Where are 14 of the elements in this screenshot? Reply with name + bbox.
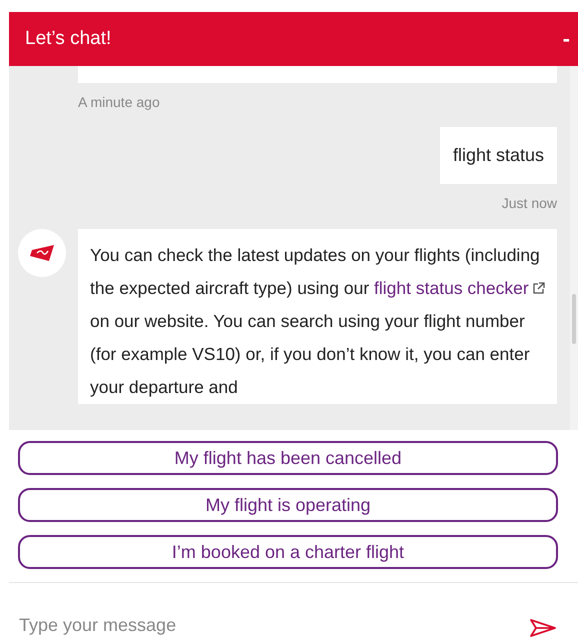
message-bubble: flight status <box>440 127 557 184</box>
flight-status-link[interactable]: flight status checker <box>374 272 545 305</box>
quick-reply-button[interactable]: My flight is operating <box>18 488 558 522</box>
minimize-button[interactable]: - <box>562 28 570 50</box>
message-time: A minute ago <box>78 93 161 112</box>
send-icon[interactable] <box>530 619 556 637</box>
chat-title: Let’s chat! <box>25 26 112 51</box>
logo-icon <box>29 244 55 262</box>
quick-reply-button[interactable]: My flight has been cancelled <box>18 441 558 475</box>
message-time: Just now <box>502 194 557 213</box>
message-input[interactable]: Type your message <box>19 612 530 639</box>
message-text: You can check the latest updates on your flights (including the expected aircraft type) using our flight status checker on our website. You can search using your flight number (for example VS10) or, if you don’t know it, you can enter your departure and <box>78 229 557 404</box>
external-link-icon <box>532 282 545 295</box>
quick-reply-button[interactable]: I’m booked on a charter flight <box>18 535 558 569</box>
